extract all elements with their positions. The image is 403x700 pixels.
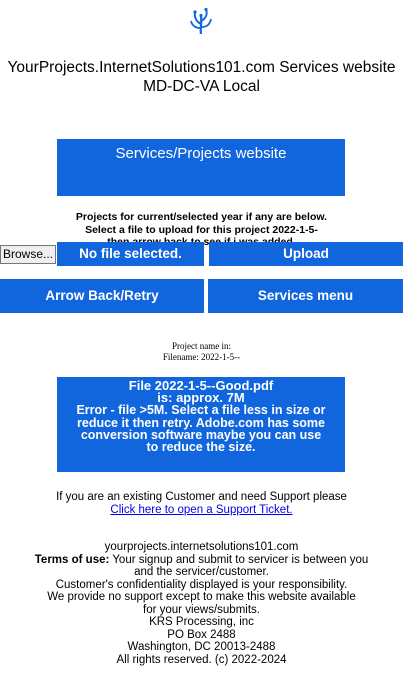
footer-company: KRS Processing, inc bbox=[149, 616, 254, 628]
support-section: If you are an existing Customer and need… bbox=[0, 491, 403, 517]
terms-text-2: and the servicer/customer. bbox=[134, 566, 269, 578]
error-line-4: reduce it then retry. Adobe.com has some bbox=[77, 415, 325, 430]
file-status-label[interactable]: No file selected. bbox=[57, 242, 204, 266]
footer-rights: All rights reserved. (c) 2022-2024 bbox=[116, 653, 287, 666]
error-line-6: to reduce the size. bbox=[146, 440, 256, 455]
arrow-back-retry-button[interactable]: Arrow Back/Retry bbox=[0, 279, 204, 313]
support-text: If you are an existing Customer and need… bbox=[56, 491, 347, 503]
error-line-3: Error - file >5M. Select a file less in … bbox=[76, 403, 326, 418]
support-ticket-link[interactable]: Click here to open a Support Ticket. bbox=[110, 504, 292, 516]
project-name-label: Project name in: bbox=[172, 341, 231, 351]
footer-po-box: PO Box 2488 bbox=[167, 628, 236, 641]
wave-plant-logo-icon bbox=[190, 7, 212, 35]
footer: yourprojects.internetsolutions101.com Te… bbox=[0, 541, 403, 666]
upload-button[interactable]: Upload bbox=[209, 242, 403, 266]
error-message-box: File 2022-1-5--Good.pdf is: approx. 7M E… bbox=[57, 377, 345, 472]
site-logo bbox=[186, 6, 216, 36]
terms-label: Terms of use: bbox=[34, 553, 110, 566]
footer-support-2: for your views/submits. bbox=[143, 603, 260, 616]
project-filename-label: Filename: 2022-1-5-- bbox=[162, 352, 241, 362]
footer-city: Washington, DC 20013-2488 bbox=[127, 641, 276, 653]
site-title-line-2: MD-DC-VA Local bbox=[143, 78, 260, 95]
projects-info-line-2: Select a file to upload for this project… bbox=[85, 223, 318, 236]
footer-confidentiality: Customer's confidentiality displayed is … bbox=[55, 578, 348, 591]
footer-terms: Terms of use: Your signup and submit to … bbox=[0, 554, 403, 567]
services-menu-button[interactable]: Services menu bbox=[208, 279, 403, 313]
footer-domain: yourprojects.internetsolutions101.com bbox=[104, 541, 299, 553]
projects-info-line-1: Projects for current/selected year if an… bbox=[75, 211, 328, 223]
project-name-info: Project name in: Filename: 2022-1-5-- bbox=[0, 341, 403, 363]
site-title-line-1: YourProjects.InternetSolutions101.com Se… bbox=[7, 59, 396, 76]
site-title: YourProjects.InternetSolutions101.com Se… bbox=[0, 58, 403, 96]
services-projects-banner[interactable]: Services/Projects website bbox=[57, 139, 345, 196]
footer-support-1: We provide no support except to make thi… bbox=[47, 591, 356, 603]
banner-label: Services/Projects website bbox=[115, 145, 287, 162]
terms-text-1: Your signup and submit to servicer is be… bbox=[109, 553, 369, 566]
browse-button[interactable]: Browse... bbox=[0, 245, 56, 264]
